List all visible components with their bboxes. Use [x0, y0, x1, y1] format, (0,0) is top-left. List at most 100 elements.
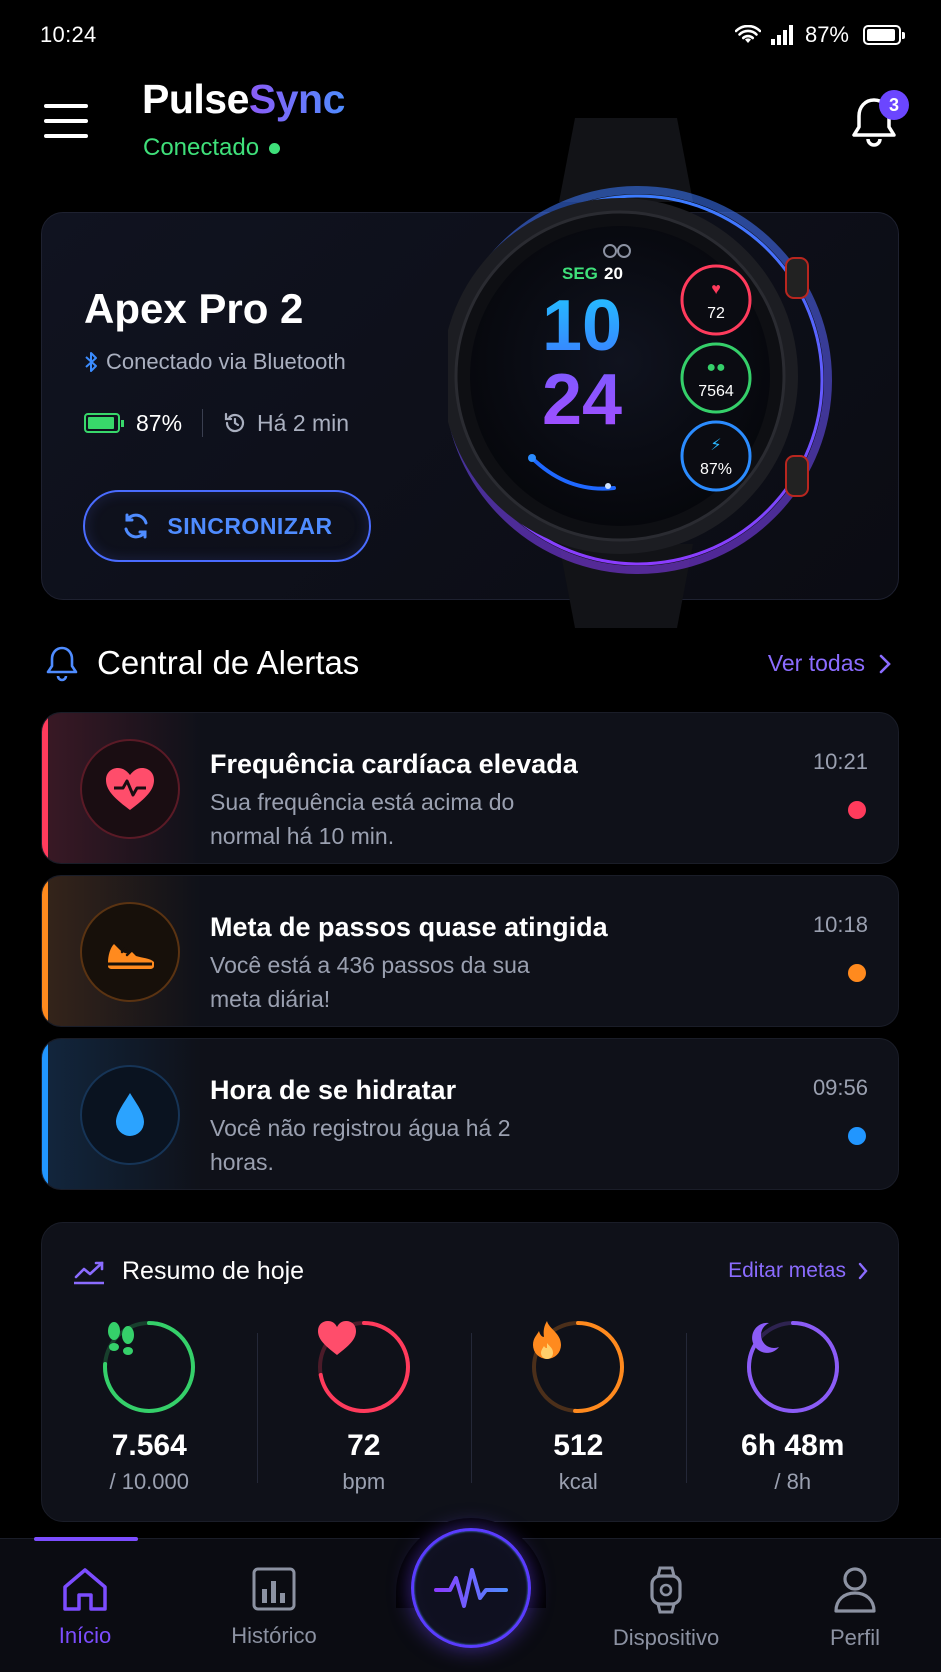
device-connection: Conectado via Bluetooth: [84, 349, 346, 375]
progress-ring: [316, 1319, 412, 1415]
svg-text:●●: ●●: [706, 359, 725, 376]
nav-profile-label: Perfil: [829, 1625, 881, 1650]
alert-time: 10:21: [812, 749, 868, 774]
device-connection-label: Conectado via Bluetooth: [106, 349, 346, 374]
alert-card-heart[interactable]: Frequência cardíaca elevada Sua frequênc…: [41, 712, 899, 864]
metric-heart-rate[interactable]: 72 bpm: [256, 1319, 472, 1499]
signal-icon: [770, 25, 793, 45]
watch-minute: 24: [542, 360, 622, 440]
connection-status: Conectado: [143, 134, 281, 162]
metric-value: 72: [347, 1429, 381, 1462]
footsteps-icon: [101, 1319, 197, 1415]
edit-goals-label: Editar metas: [728, 1259, 846, 1282]
nav-history-label: Histórico: [231, 1623, 317, 1648]
metric-unit: kcal: [558, 1469, 598, 1494]
edit-goals-link[interactable]: Editar metas: [728, 1259, 868, 1283]
unread-indicator: [848, 801, 866, 819]
progress-ring: [530, 1319, 626, 1415]
watch-date: 20: [604, 264, 623, 283]
alert-description: Você está a 436 passos da sua meta diári…: [210, 952, 530, 1012]
device-stats: 87% Há 2 min: [84, 409, 349, 437]
status-bar: 10:24 87%: [0, 0, 941, 72]
unread-indicator: [848, 964, 866, 982]
nav-history[interactable]: Histórico: [199, 1565, 349, 1649]
metrics-row: 7.564 / 10.000 72 bpm 512 kcal 6h 48m / …: [42, 1319, 900, 1499]
watch-image: SEG 20 10 24 ♥ 72 ●● 7564 ⚡ 87%: [442, 118, 848, 628]
sync-button[interactable]: SINCRONIZAR: [83, 490, 371, 562]
user-icon: [834, 1567, 876, 1613]
alert-title: Meta de passos quase atingida: [210, 912, 608, 942]
flame-icon: [530, 1319, 626, 1415]
last-sync: Há 2 min: [257, 409, 350, 436]
progress-ring: [101, 1319, 197, 1415]
watch-battery: 87%: [700, 461, 732, 478]
nav-home-label: Início: [58, 1623, 112, 1648]
pulse-icon: [434, 1568, 508, 1608]
daily-summary-card: Resumo de hoje Editar metas 7.564 / 10.0…: [41, 1222, 899, 1522]
watch-hour: 10: [542, 286, 622, 366]
nav-device[interactable]: Dispositivo: [591, 1565, 741, 1651]
water-drop-icon: [80, 1065, 180, 1165]
alerts-title: Central de Alertas: [97, 644, 360, 681]
metric-sleep[interactable]: 6h 48m / 8h: [685, 1319, 901, 1499]
bluetooth-icon: [85, 352, 97, 372]
bar-chart-icon: [252, 1567, 296, 1611]
see-all-alerts-link[interactable]: Ver todas: [768, 650, 891, 677]
alert-description: Você não registrou água há 2 horas.: [210, 1115, 511, 1175]
watch-heart-rate: 72: [707, 305, 725, 322]
see-all-label: Ver todas: [767, 650, 865, 676]
metric-value: 512: [553, 1429, 604, 1462]
alerts-header: Central de Alertas: [45, 644, 359, 682]
nav-profile[interactable]: Perfil: [780, 1565, 930, 1651]
device-name: Apex Pro 2: [84, 285, 304, 332]
watch-day: SEG: [562, 264, 598, 283]
device-battery: 87%: [136, 409, 183, 436]
moon-icon: [745, 1319, 841, 1415]
summary-header: Resumo de hoje: [72, 1257, 304, 1286]
notifications-button[interactable]: 3: [849, 90, 909, 148]
heart-pulse-icon: [80, 739, 180, 839]
metric-value: 7.564: [111, 1429, 187, 1462]
divider: [202, 409, 204, 437]
alert-title: Hora de se hidratar: [210, 1075, 457, 1105]
wifi-icon: [734, 25, 761, 43]
alert-time: 10:18: [812, 912, 868, 937]
bell-outline-icon: [46, 646, 78, 682]
chevron-right-icon: [858, 1262, 868, 1280]
battery-icon: [863, 25, 905, 45]
history-icon: [224, 412, 245, 433]
summary-title: Resumo de hoje: [122, 1257, 305, 1285]
nav-device-label: Dispositivo: [612, 1625, 720, 1650]
connection-dot: [269, 142, 281, 154]
sync-button-label: SINCRONIZAR: [167, 512, 333, 539]
progress-ring: [745, 1319, 841, 1415]
unread-indicator: [848, 1127, 866, 1145]
watch-steps: 7564: [698, 383, 734, 400]
status-battery-text: 87%: [804, 22, 849, 47]
active-tab-indicator: [34, 1537, 138, 1541]
metric-calories[interactable]: 512 kcal: [471, 1319, 686, 1499]
battery-green-icon: [84, 413, 124, 433]
brand-part-1: Pulse: [142, 76, 249, 122]
app-logo: PulseSync: [142, 76, 345, 123]
notification-badge: 3: [879, 90, 909, 120]
heart-icon: [316, 1319, 412, 1415]
metric-steps[interactable]: 7.564 / 10.000: [42, 1319, 257, 1499]
svg-text:⚡: ⚡: [710, 437, 721, 454]
connection-label: Conectado: [143, 134, 260, 161]
alert-card-steps[interactable]: Meta de passos quase atingida Você está …: [41, 875, 899, 1027]
alert-card-hydration[interactable]: Hora de se hidratar Você não registrou á…: [41, 1038, 899, 1190]
metric-value: 6h 48m: [741, 1429, 845, 1462]
metric-unit: / 8h: [774, 1469, 812, 1494]
metric-unit: bpm: [342, 1469, 386, 1494]
alert-title: Frequência cardíaca elevada: [210, 749, 578, 779]
status-time: 10:24: [40, 22, 97, 47]
watch-icon: [650, 1566, 682, 1614]
nav-home[interactable]: Início: [10, 1565, 160, 1649]
metric-unit: / 10.000: [109, 1469, 189, 1494]
sneaker-icon: [80, 902, 180, 1002]
activity-pulse-button[interactable]: [411, 1528, 531, 1648]
chevron-right-icon: [879, 654, 891, 673]
brand-part-2: Sync: [248, 76, 346, 122]
menu-button[interactable]: [44, 104, 88, 138]
